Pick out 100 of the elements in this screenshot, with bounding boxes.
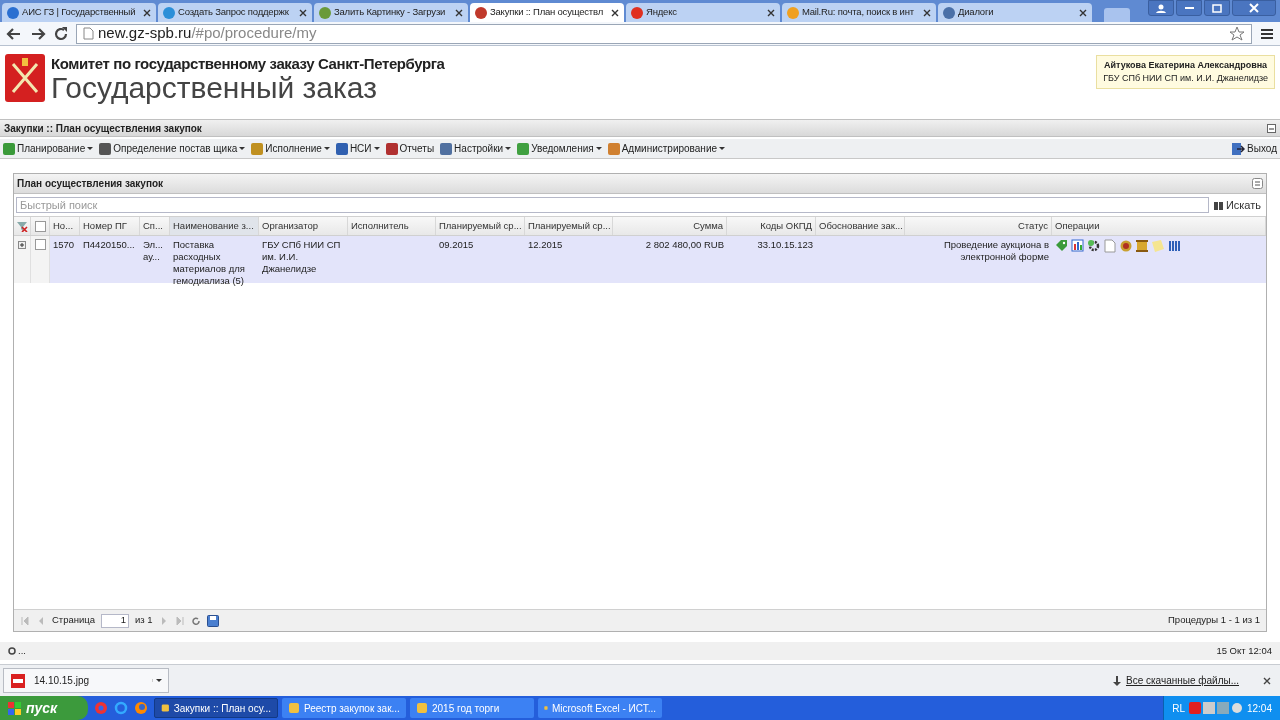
close-icon[interactable] bbox=[455, 8, 463, 17]
minimize-icon bbox=[1184, 7, 1194, 9]
menu-item[interactable]: Исполнение bbox=[251, 141, 330, 156]
exit-icon bbox=[1231, 141, 1246, 156]
browser-tab[interactable]: Диалоги bbox=[938, 3, 1092, 22]
url-text: new.gz-spb.ru/#po/procedure/my bbox=[98, 23, 317, 44]
caret-icon bbox=[595, 147, 602, 150]
expand-icon[interactable] bbox=[18, 241, 26, 249]
browser-tab[interactable]: Mail.Ru: почта, поиск в инт bbox=[782, 3, 936, 22]
search-field[interactable]: Быстрый поиск bbox=[16, 197, 1209, 213]
collapse-icon[interactable] bbox=[1267, 123, 1276, 133]
start-button[interactable]: пуск bbox=[0, 696, 88, 720]
taskbar-button[interactable]: 2015 год торги bbox=[410, 698, 534, 718]
menu-item[interactable]: Определение постав щика bbox=[99, 141, 246, 156]
close-button[interactable] bbox=[1232, 0, 1276, 16]
browser-tab[interactable]: Создать Запрос поддержк bbox=[158, 3, 312, 22]
user-name: Айтукова Екатерина Александровна bbox=[1104, 59, 1268, 72]
column-header[interactable]: Планируемый ср... bbox=[525, 217, 613, 235]
logout-button[interactable]: Выход bbox=[1231, 141, 1277, 156]
status-date: 15 Окт 12:04 bbox=[1216, 643, 1272, 658]
close-icon bbox=[1249, 3, 1259, 13]
column-header[interactable]: Организатор bbox=[259, 217, 348, 235]
reload-icon[interactable] bbox=[54, 26, 68, 41]
menu-icon[interactable] bbox=[1260, 27, 1274, 40]
menu-item[interactable]: НСИ bbox=[335, 141, 380, 156]
gear-icon[interactable] bbox=[1087, 239, 1101, 253]
menu-item[interactable]: Администрирование bbox=[607, 141, 726, 156]
close-icon[interactable] bbox=[1263, 676, 1271, 685]
close-icon[interactable] bbox=[923, 8, 931, 17]
column-header[interactable]: Наименование з... bbox=[170, 217, 259, 235]
column-header[interactable]: Но... bbox=[50, 217, 80, 235]
table-cell: 2 802 480,00 RUB bbox=[645, 239, 724, 250]
committee-name: Комитет по государственному заказу Санкт-Петербурга bbox=[51, 56, 445, 71]
star-icon[interactable] bbox=[1229, 26, 1245, 41]
tag-icon[interactable] bbox=[1055, 239, 1069, 253]
column-header[interactable]: Исполнитель bbox=[348, 217, 436, 235]
row-checkbox[interactable] bbox=[34, 239, 46, 250]
menu-item[interactable]: Отчеты bbox=[385, 141, 435, 156]
address-field[interactable]: new.gz-spb.ru/#po/procedure/my bbox=[76, 23, 1252, 44]
caret-icon bbox=[373, 147, 380, 150]
menu-item[interactable]: Настройки bbox=[440, 141, 512, 156]
binders-icon[interactable] bbox=[1167, 239, 1181, 253]
caret-icon bbox=[323, 147, 330, 150]
tray-icons-drawing[interactable] bbox=[1188, 701, 1243, 715]
menu-item[interactable]: Уведомления bbox=[517, 141, 602, 156]
column-header[interactable]: Планируемый ср... bbox=[436, 217, 525, 235]
table-cell: 33.10.15.123 bbox=[757, 239, 813, 250]
record-count: Процедуры 1 - 1 из 1 bbox=[1168, 613, 1260, 628]
emblem-icon[interactable] bbox=[1119, 239, 1133, 253]
close-icon[interactable] bbox=[767, 8, 775, 17]
status-text: ... bbox=[18, 643, 26, 658]
column-header[interactable]: Коды ОКПД bbox=[727, 217, 816, 235]
minimize-button[interactable] bbox=[1176, 0, 1202, 16]
column-header[interactable]: Обоснование зак... bbox=[816, 217, 905, 235]
clear-filter-icon[interactable] bbox=[16, 220, 28, 232]
browser-tab[interactable]: Закупки :: План осуществл bbox=[470, 3, 624, 22]
taskbar-button[interactable]: Закупки :: План осу... bbox=[154, 698, 278, 718]
caret-icon bbox=[505, 147, 512, 150]
table-cell: Проведение аукциона в электронной форме bbox=[943, 239, 1049, 262]
forward-icon[interactable] bbox=[30, 26, 46, 41]
bar-chart-icon[interactable] bbox=[1071, 239, 1085, 253]
column-header[interactable]: Сумма bbox=[613, 217, 727, 235]
close-icon[interactable] bbox=[143, 8, 151, 17]
panel-title: План осуществления закупок bbox=[17, 177, 164, 191]
windows-logo-icon bbox=[8, 701, 21, 715]
caret-icon bbox=[87, 147, 94, 150]
menu-item[interactable]: Планирование bbox=[3, 141, 94, 156]
taskbar-button[interactable]: Реестр закупок зак... bbox=[282, 698, 406, 718]
restore-button[interactable] bbox=[1204, 0, 1230, 16]
table-cell: П4420150... bbox=[83, 239, 135, 250]
download-item[interactable]: 14.10.15.jpg bbox=[3, 668, 169, 693]
table-cell: 1570 bbox=[53, 239, 75, 250]
scroll-icon[interactable] bbox=[1135, 239, 1149, 253]
user-button[interactable] bbox=[1148, 0, 1174, 16]
close-icon[interactable] bbox=[299, 8, 307, 17]
restore-icon bbox=[1212, 3, 1222, 13]
page-icon bbox=[83, 27, 94, 40]
caret-icon bbox=[719, 147, 726, 150]
column-header[interactable]: Номер ПГ bbox=[80, 217, 140, 235]
browser-tab[interactable]: Залить Картинку - Загрузи bbox=[314, 3, 468, 22]
page-number-field[interactable]: 1 bbox=[101, 613, 130, 628]
search-button[interactable]: Искать bbox=[1212, 196, 1264, 214]
caret-icon[interactable] bbox=[152, 679, 162, 682]
back-icon[interactable] bbox=[6, 26, 22, 41]
app-icon bbox=[161, 702, 170, 714]
all-downloads-link[interactable]: Все скачанные файлы... bbox=[1125, 673, 1239, 688]
close-icon[interactable] bbox=[611, 8, 619, 17]
save-icon[interactable] bbox=[206, 614, 219, 627]
app-icon bbox=[288, 702, 300, 714]
browser-tab[interactable]: Яндекс bbox=[626, 3, 780, 22]
column-header[interactable]: Статус bbox=[905, 217, 1052, 235]
taskbar-button[interactable]: Microsoft Excel - ИСТ... bbox=[538, 698, 662, 718]
column-header[interactable]: Операции bbox=[1052, 217, 1266, 235]
browser-tab[interactable]: АИС ГЗ | Государственный bbox=[2, 3, 156, 22]
status-icon bbox=[8, 647, 16, 655]
table-cell: Эл... ау... bbox=[143, 239, 163, 262]
select-all-checkbox[interactable] bbox=[34, 220, 46, 232]
caret-icon bbox=[239, 147, 246, 150]
image-file-icon bbox=[10, 672, 26, 689]
close-icon[interactable] bbox=[1079, 8, 1087, 17]
